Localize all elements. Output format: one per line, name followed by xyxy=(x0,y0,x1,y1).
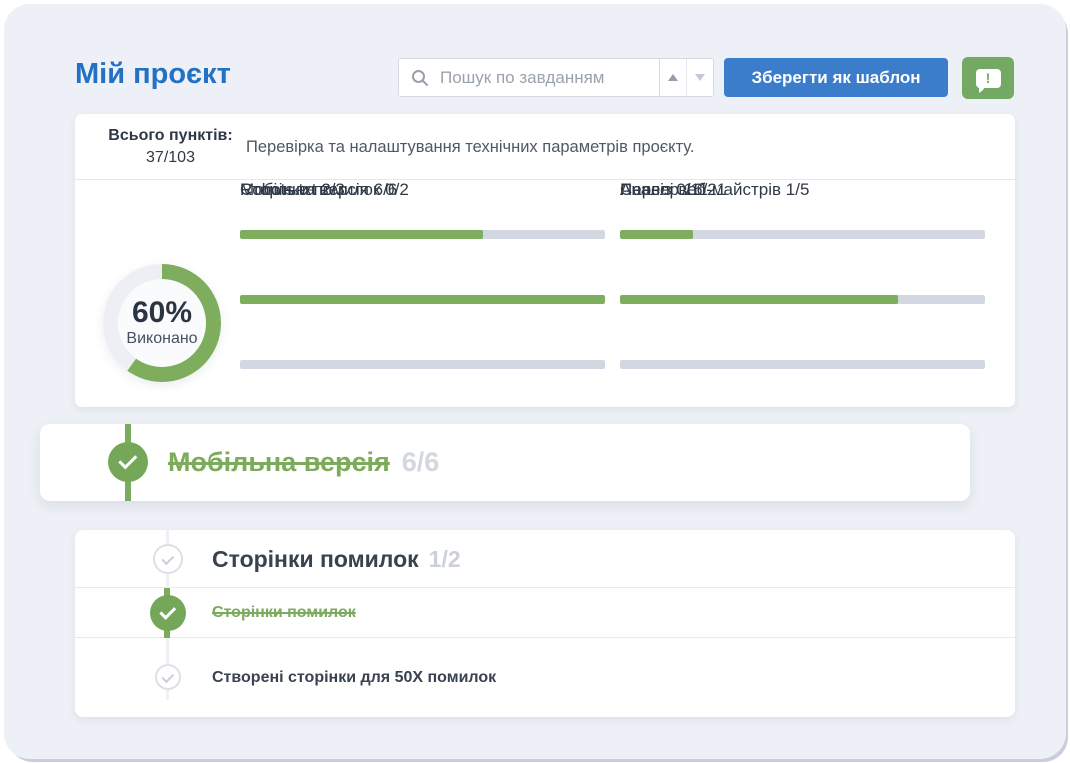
progress-label: Аналіз 0/11 xyxy=(620,180,985,200)
save-template-button[interactable]: Зберегти як шаблон xyxy=(724,58,948,97)
total-points-label: Всього пунктів: xyxy=(93,125,248,147)
donut-inner: 60% Виконано xyxy=(118,279,206,367)
progress-row: Сторінки помилок 0/2 xyxy=(240,180,605,200)
search-input[interactable] xyxy=(438,67,659,89)
project-description: Перевірка та налаштування технічних пара… xyxy=(246,114,695,180)
outline-check-circle-icon xyxy=(153,544,183,574)
progress-donut: 60% Виконано xyxy=(103,264,221,382)
progress-label: Сторінки помилок 0/2 xyxy=(240,180,605,200)
tasks-card: Сторінки помилок 1/2 Сторінки помилок Ст… xyxy=(75,530,1015,717)
outline-check-circle-icon xyxy=(155,664,181,690)
search-prev-button[interactable] xyxy=(660,59,686,96)
alert-button[interactable]: ! xyxy=(962,57,1014,99)
progress-column-left: Robots.txt 2/3 Мобільна версія 6/6 Сторі… xyxy=(240,180,605,407)
completed-section-card[interactable]: Мобільна версія 6/6 xyxy=(40,424,970,501)
total-points: Всього пунктів: 37/103 xyxy=(93,125,248,169)
donut-percent: 60% xyxy=(132,298,192,328)
progress-bar xyxy=(620,230,985,239)
total-points-value: 37/103 xyxy=(93,147,248,169)
task-item-label: Створені сторінки для 50X помилок xyxy=(212,638,496,717)
task-item-row[interactable]: Сторінки помилок xyxy=(75,588,1015,638)
exclamation-glyph: ! xyxy=(986,71,991,85)
check-circle-icon xyxy=(150,595,186,631)
app-container: Мій проєкт Зберегти як шаблон ! Всього п… xyxy=(4,4,1066,759)
summary-header: Всього пунктів: 37/103 Перевірка та нала… xyxy=(75,114,1015,180)
check-circle-icon xyxy=(108,442,148,482)
search-icon xyxy=(399,69,438,87)
task-item-row[interactable]: Створені сторінки для 50X помилок xyxy=(75,638,1015,717)
tasks-title-text: Сторінки помилок xyxy=(212,546,419,573)
tasks-section-title: Сторінки помилок 1/2 xyxy=(212,530,461,588)
tasks-header-row[interactable]: Сторінки помилок 1/2 xyxy=(75,530,1015,588)
completed-section-title: Мобільна версія xyxy=(168,447,390,478)
check-icon xyxy=(161,552,174,565)
chevron-up-icon xyxy=(668,74,678,81)
chevron-down-icon xyxy=(695,74,705,81)
progress-bar xyxy=(240,360,605,369)
page-title: Мій проєкт xyxy=(75,58,231,91)
progress-bar xyxy=(620,295,985,304)
progress-bar xyxy=(620,360,985,369)
search-steppers xyxy=(659,59,713,96)
tasks-section-count: 1/2 xyxy=(429,546,461,573)
search-next-button[interactable] xyxy=(686,59,713,96)
speech-bubble-exclamation-icon: ! xyxy=(976,69,1001,88)
completed-section-count: 6/6 xyxy=(402,447,440,478)
progress-row: Аналіз 0/11 xyxy=(620,180,985,200)
progress-bar xyxy=(240,295,605,304)
check-icon xyxy=(161,670,174,683)
progress-column-right: Панелі веб-майстрів 1/5 Сервер 16/21 Ана… xyxy=(620,180,985,407)
search-box[interactable] xyxy=(398,58,714,97)
progress-bar xyxy=(240,230,605,239)
check-icon xyxy=(159,602,176,619)
summary-card: Всього пунктів: 37/103 Перевірка та нала… xyxy=(75,114,1015,407)
donut-caption: Виконано xyxy=(126,330,197,348)
task-item-label: Сторінки помилок xyxy=(212,588,356,637)
check-icon xyxy=(118,450,137,469)
